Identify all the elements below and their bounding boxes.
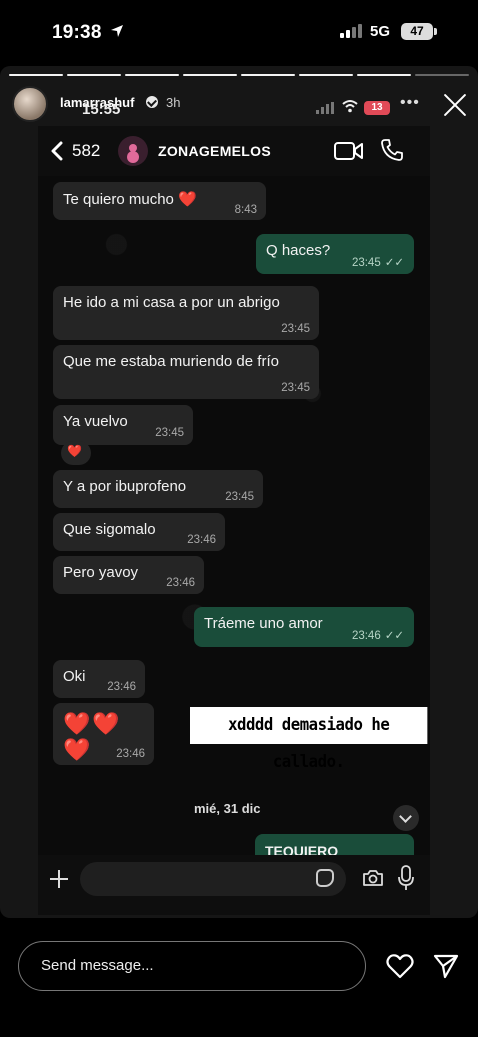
message-bubble[interactable]: Pero yavoy 23:46 — [53, 556, 204, 594]
message-bubble[interactable]: He ido a mi casa a por un abrigo 23:45 — [53, 286, 319, 340]
progress-segment — [67, 74, 121, 76]
phone-icon[interactable] — [380, 138, 404, 162]
message-time: 23:46 — [166, 577, 195, 589]
inner-time: 15:55 — [82, 101, 121, 118]
message-time: 23:45 — [225, 491, 254, 503]
message-bubble[interactable]: Ya vuelvo 23:45 — [53, 405, 193, 445]
inner-signal-icon — [316, 102, 334, 114]
progress-segment — [125, 74, 179, 76]
message-bubble[interactable]: Oki 23:46 — [53, 660, 145, 698]
message-text: Que me estaba muriendo de frío — [63, 353, 279, 370]
message-time: 23:45 — [281, 323, 310, 335]
message-time: 23:46 — [107, 681, 136, 693]
progress-segment — [183, 74, 237, 76]
message-text: Q haces? — [266, 242, 331, 259]
message-bubble[interactable]: Tráeme uno amor 23:46 ✓✓ — [194, 607, 414, 647]
story-age: 3h — [166, 95, 181, 110]
avatar[interactable] — [12, 86, 48, 122]
date-separator: mié, 31 dic — [194, 801, 261, 816]
message-bubble[interactable]: Que me estaba muriendo de frío 23:45 — [53, 345, 319, 399]
inner-status-bar: 15:55 — [82, 101, 120, 118]
sticker-icon[interactable] — [316, 869, 334, 887]
time-value: 23:45 — [351, 257, 381, 269]
message-bubble[interactable]: Te quiero mucho ❤️ 8:43 — [53, 182, 266, 220]
message-text: Te quiero mucho ❤️ — [63, 191, 197, 208]
back-count[interactable]: 582 — [72, 141, 100, 161]
send-message-placeholder: Send message... — [41, 957, 154, 974]
message-text: Tráeme uno amor — [204, 615, 323, 632]
chevron-down-icon[interactable] — [393, 805, 419, 831]
plus-icon[interactable] — [48, 868, 70, 890]
group-name[interactable]: ZONAGEMELOS — [158, 143, 271, 159]
video-call-icon[interactable] — [334, 141, 364, 161]
message-bubble[interactable]: Q haces? 23:45 ✓✓ — [256, 234, 414, 274]
message-time: 23:45 — [155, 427, 184, 439]
progress-segment — [415, 74, 469, 76]
message-text: Que sigomalo — [63, 521, 156, 538]
progress-segment — [241, 74, 295, 76]
message-text: ❤️❤️❤️ — [63, 711, 122, 762]
group-avatar[interactable] — [118, 136, 148, 166]
message-text: Oki — [63, 668, 86, 685]
progress-segment — [299, 74, 353, 76]
chat-message-input[interactable] — [80, 862, 346, 896]
os-time: 19:38 — [52, 22, 102, 43]
more-options-icon[interactable]: ••• — [400, 94, 420, 112]
story-text-overlay: xdddd demasiado he callado. — [190, 707, 428, 772]
camera-icon[interactable] — [362, 869, 384, 887]
os-status-bar: 19:38 5G 47 — [0, 0, 478, 64]
back-chevron-icon[interactable] — [50, 141, 64, 161]
progress-segment — [9, 74, 63, 76]
wifi-icon — [342, 100, 358, 113]
message-text: Ya vuelvo — [63, 413, 128, 430]
story-progress — [9, 74, 469, 77]
message-time: 23:45 ✓✓ — [352, 255, 404, 269]
share-icon[interactable] — [432, 952, 460, 980]
mic-icon[interactable] — [398, 865, 414, 891]
progress-segment — [357, 74, 411, 76]
message-bubble[interactable]: ❤️❤️❤️ 23:46 — [53, 703, 154, 765]
verified-icon — [146, 96, 158, 108]
signal-icon — [340, 24, 362, 38]
close-icon[interactable] — [440, 90, 470, 120]
time-value: 23:46 — [351, 630, 381, 642]
read-ticks-icon: ✓✓ — [384, 257, 404, 269]
message-time: 8:43 — [234, 204, 257, 216]
message-text: Y a por ibuprofeno — [63, 478, 187, 495]
heart-icon[interactable] — [386, 953, 414, 979]
message-time: 23:45 — [281, 382, 310, 394]
location-arrow-icon — [111, 25, 123, 37]
message-text: He ido a mi casa a por un abrigo — [63, 294, 280, 311]
message-time: 23:46 — [116, 748, 145, 760]
message-time: 23:46 — [187, 534, 216, 546]
message-bubble[interactable]: Y a por ibuprofeno 23:45 — [53, 470, 263, 508]
message-time: 23:46 ✓✓ — [352, 628, 404, 642]
battery-indicator: 47 — [401, 23, 437, 40]
read-ticks-icon: ✓✓ — [384, 630, 404, 642]
message-text: Pero yavoy — [63, 564, 139, 581]
network-type: 5G — [370, 23, 391, 40]
inner-battery: 13 — [364, 101, 390, 115]
send-message-input[interactable]: Send message... — [18, 941, 366, 991]
message-bubble[interactable]: Que sigomalo 23:46 — [53, 513, 225, 551]
reaction-badge[interactable]: ❤️ — [61, 441, 91, 465]
